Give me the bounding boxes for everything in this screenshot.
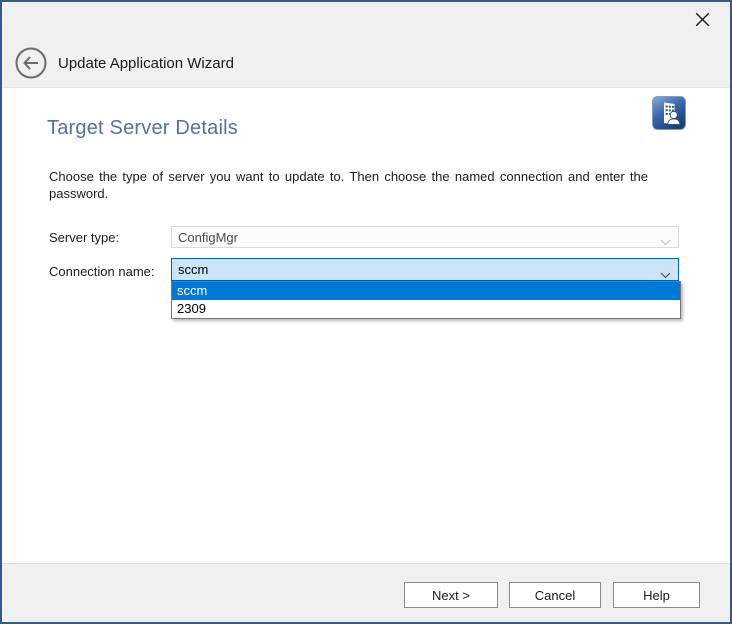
back-button[interactable] [15,47,47,79]
chevron-down-icon [660,267,671,282]
wizard-header: Update Application Wizard [2,2,730,88]
server-type-value: ConfigMgr [178,230,238,245]
arrow-left-icon [15,67,47,82]
connection-name-value: sccm [178,262,208,277]
help-button[interactable]: Help [613,582,700,608]
page-description: Choose the type of server you want to up… [49,168,648,202]
application-building-user-icon [652,96,686,130]
server-type-label: Server type: [49,230,119,245]
chevron-down-icon [660,234,671,249]
close-button[interactable] [686,6,718,36]
close-icon [695,12,710,30]
cancel-button[interactable]: Cancel [509,582,601,608]
connection-name-label: Connection name: [49,264,155,279]
dropdown-option-2309[interactable]: 2309 [172,300,680,318]
description-line: Choose the type of server you want to up… [49,168,648,185]
server-type-dropdown: ConfigMgr [171,226,679,248]
wizard-window: Update Application Wizard Target Server … [0,0,732,624]
next-button[interactable]: Next > [404,582,498,608]
dropdown-option-sccm[interactable]: sccm [172,282,680,300]
description-line: password. [49,185,648,202]
wizard-title: Update Application Wizard [58,54,234,73]
connection-dropdown-list: sccm 2309 [171,281,681,319]
page-title: Target Server Details [47,117,238,140]
connection-name-dropdown[interactable]: sccm [171,258,679,281]
wizard-footer: Next > Cancel Help [2,563,730,622]
